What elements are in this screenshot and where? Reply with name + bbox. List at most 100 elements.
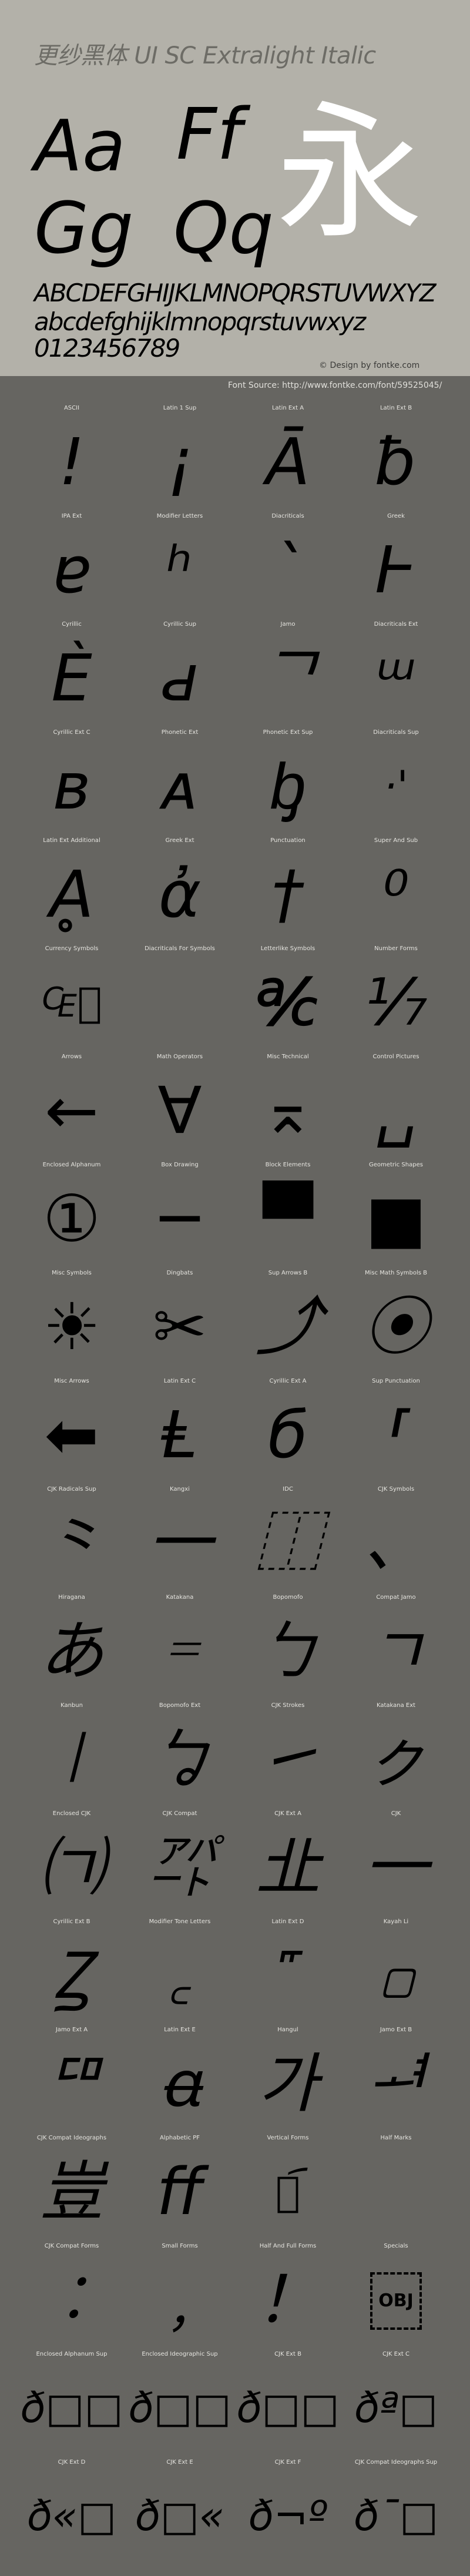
block-cell: CJK Radicals Sup ⺀	[18, 1486, 126, 1594]
block-label: Cyrillic	[62, 621, 82, 628]
block-label: Letterlike Symbols	[260, 945, 315, 952]
block-sample-glyph: `	[271, 532, 304, 608]
block-label: IPA Ext	[61, 513, 82, 519]
block-sample-glyph: ！	[256, 2262, 320, 2337]
block-cell: Math Operators ∀	[126, 1054, 234, 1162]
block-sample-glyph: ꜀	[168, 1938, 192, 2013]
block-label: Geometric Shapes	[369, 1162, 423, 1168]
block-sample-glyph: ␣	[375, 1073, 417, 1148]
block-cell: Vertical Forms ︔︠	[234, 2135, 342, 2243]
block-label: Half Marks	[380, 2135, 412, 2141]
block-sample-glyph: ㈀	[39, 1830, 104, 1905]
block-sample-glyph: !	[58, 424, 85, 499]
block-sample-glyph: ─	[160, 1181, 200, 1256]
object-replacement-glyph: OBJ	[370, 2272, 422, 2330]
block-label: Arrows	[61, 1054, 82, 1060]
block-label: Greek	[387, 513, 405, 519]
block-sample-glyph: 、	[364, 1505, 428, 1581]
block-label: Box Drawing	[161, 1162, 199, 1168]
block-cell: Greek Ext ἀ	[126, 837, 234, 945]
block-sample-glyph: 豈	[39, 2154, 104, 2229]
block-label: Modifier Letters	[156, 513, 203, 519]
block-cell: Bopomofo Ext ㆠ	[126, 1702, 234, 1810]
block-cell: Hiragana あ	[18, 1594, 126, 1702]
specimen-header: 更纱黑体 UI SC Extralight Italic Aa Ff Gg Qq…	[0, 0, 470, 376]
block-label: Kayah Li	[383, 1918, 409, 1925]
block-sample-glyph: ︰	[39, 2262, 104, 2337]
block-label: Number Forms	[374, 945, 418, 952]
block-sample-glyph: 一	[364, 1830, 428, 1905]
block-sample-glyph: ⺀	[39, 1505, 104, 1581]
block-label: Cyrillic Ext C	[53, 729, 90, 736]
block-label: Latin Ext E	[164, 2027, 196, 2033]
block-label: CJK	[391, 1810, 401, 1817]
block-label: Latin Ext A	[271, 405, 304, 411]
block-sample-glyph: †	[271, 857, 304, 932]
block-label: Block Elements	[265, 1162, 311, 1168]
block-cell: ASCII!	[18, 405, 126, 513]
sample-aa: Aa	[34, 106, 126, 187]
block-label: Alphabetic PF	[159, 2135, 200, 2141]
block-label: ASCII	[63, 405, 80, 411]
block-label: Sup Arrows B	[268, 1270, 308, 1276]
block-label: Diacriticals For Symbols	[145, 945, 215, 952]
block-cell: Bopomofo ㄅ	[234, 1594, 342, 1702]
block-label: Latin Ext D	[271, 1918, 304, 1925]
block-sample-glyph: ⿰	[256, 1505, 320, 1581]
block-sample-glyph: ﬀ	[156, 2154, 203, 2229]
block-label: Half And Full Forms	[259, 2243, 317, 2249]
block-sample-glyph: ▀	[263, 1181, 313, 1256]
block-cell: CJK Compat ㌀	[126, 1810, 234, 1918]
block-sample-glyph: Ͱ	[375, 532, 417, 608]
block-label: CJK Compat Ideographs	[36, 2135, 107, 2141]
block-label: Currency Symbols	[45, 945, 99, 952]
block-label: Kangxi	[170, 1486, 190, 1492]
block-sample-glyph: ð□□	[128, 2384, 231, 2432]
block-cell: CJK Ext D ð«□	[18, 2459, 126, 2567]
block-cell: Misc Symbols ☀	[18, 1270, 126, 1378]
block-cell: Misc Math Symbols B ⦿	[342, 1270, 450, 1378]
block-cell: CJK Ext C ðª□	[342, 2351, 450, 2459]
block-sample-glyph	[342, 2148, 450, 2236]
block-label: Jamo Ext B	[380, 2027, 412, 2033]
block-sample-glyph: ﹐	[147, 2262, 212, 2337]
block-cell: Currency Symbols ₠⃝	[18, 945, 126, 1054]
block-label: Small Forms	[162, 2243, 198, 2249]
block-label: Katakana	[166, 1594, 194, 1601]
block-sample-glyph: ð¬º	[248, 2492, 328, 2540]
block-sample-glyph: 㐀	[256, 1830, 320, 1905]
block-label: Diacriticals	[271, 513, 304, 519]
font-source-link[interactable]: Font Source: http://www.fontke.com/font/…	[228, 381, 442, 390]
block-cell: Katakana Ext ㇰ	[342, 1702, 450, 1810]
block-cell: Phonetic Ext ᴀ	[126, 729, 234, 837]
block-label: CJK Compat	[162, 1810, 197, 1817]
block-sample-glyph: ᵚ	[375, 640, 417, 716]
block-cell: Number Forms ⅐	[342, 945, 450, 1054]
block-cell: Dingbats ✂	[126, 1270, 234, 1378]
block-sample-glyph: ð¯□	[354, 2492, 438, 2540]
block-label: CJK Strokes	[271, 1702, 305, 1709]
font-title: 更纱黑体 UI SC Extralight Italic	[34, 42, 376, 69]
block-label: Diacriticals Ext	[374, 621, 418, 628]
block-sample-glyph: ℀	[256, 965, 320, 1040]
block-sample-glyph: ︔︠	[275, 2168, 300, 2216]
block-label: Specials	[384, 2243, 408, 2249]
block-label: Bopomofo	[273, 1594, 303, 1601]
block-sample-glyph: ¡	[166, 424, 193, 499]
block-label: Hangul	[277, 2027, 298, 2033]
block-label: Diacriticals Sup	[373, 729, 419, 736]
uppercase-line: ABCDEFGHIJKLMNOPQRSTUVWXYZ	[34, 279, 437, 307]
block-sample-glyph: ɐ	[52, 532, 92, 608]
block-label: Math Operators	[156, 1054, 203, 1060]
block-sample-glyph: ㆠ	[147, 1722, 212, 1797]
block-label: CJK Compat Ideographs Sup	[354, 2459, 438, 2466]
block-cell: CJK Ext E ð□«	[126, 2459, 234, 2567]
block-cell: Katakana ゠	[126, 1594, 234, 1702]
block-label: Cyrillic Ext A	[269, 1378, 307, 1384]
block-sample-glyph: Ⱡ	[162, 1397, 198, 1473]
block-cell: Super And Sub ⁰	[342, 837, 450, 945]
block-label: Hiragana	[58, 1594, 85, 1601]
digits-line: 0123456789	[34, 334, 180, 363]
block-sample-glyph: ꬰ	[160, 2046, 200, 2121]
block-label: CJK Ext B	[274, 2351, 301, 2357]
